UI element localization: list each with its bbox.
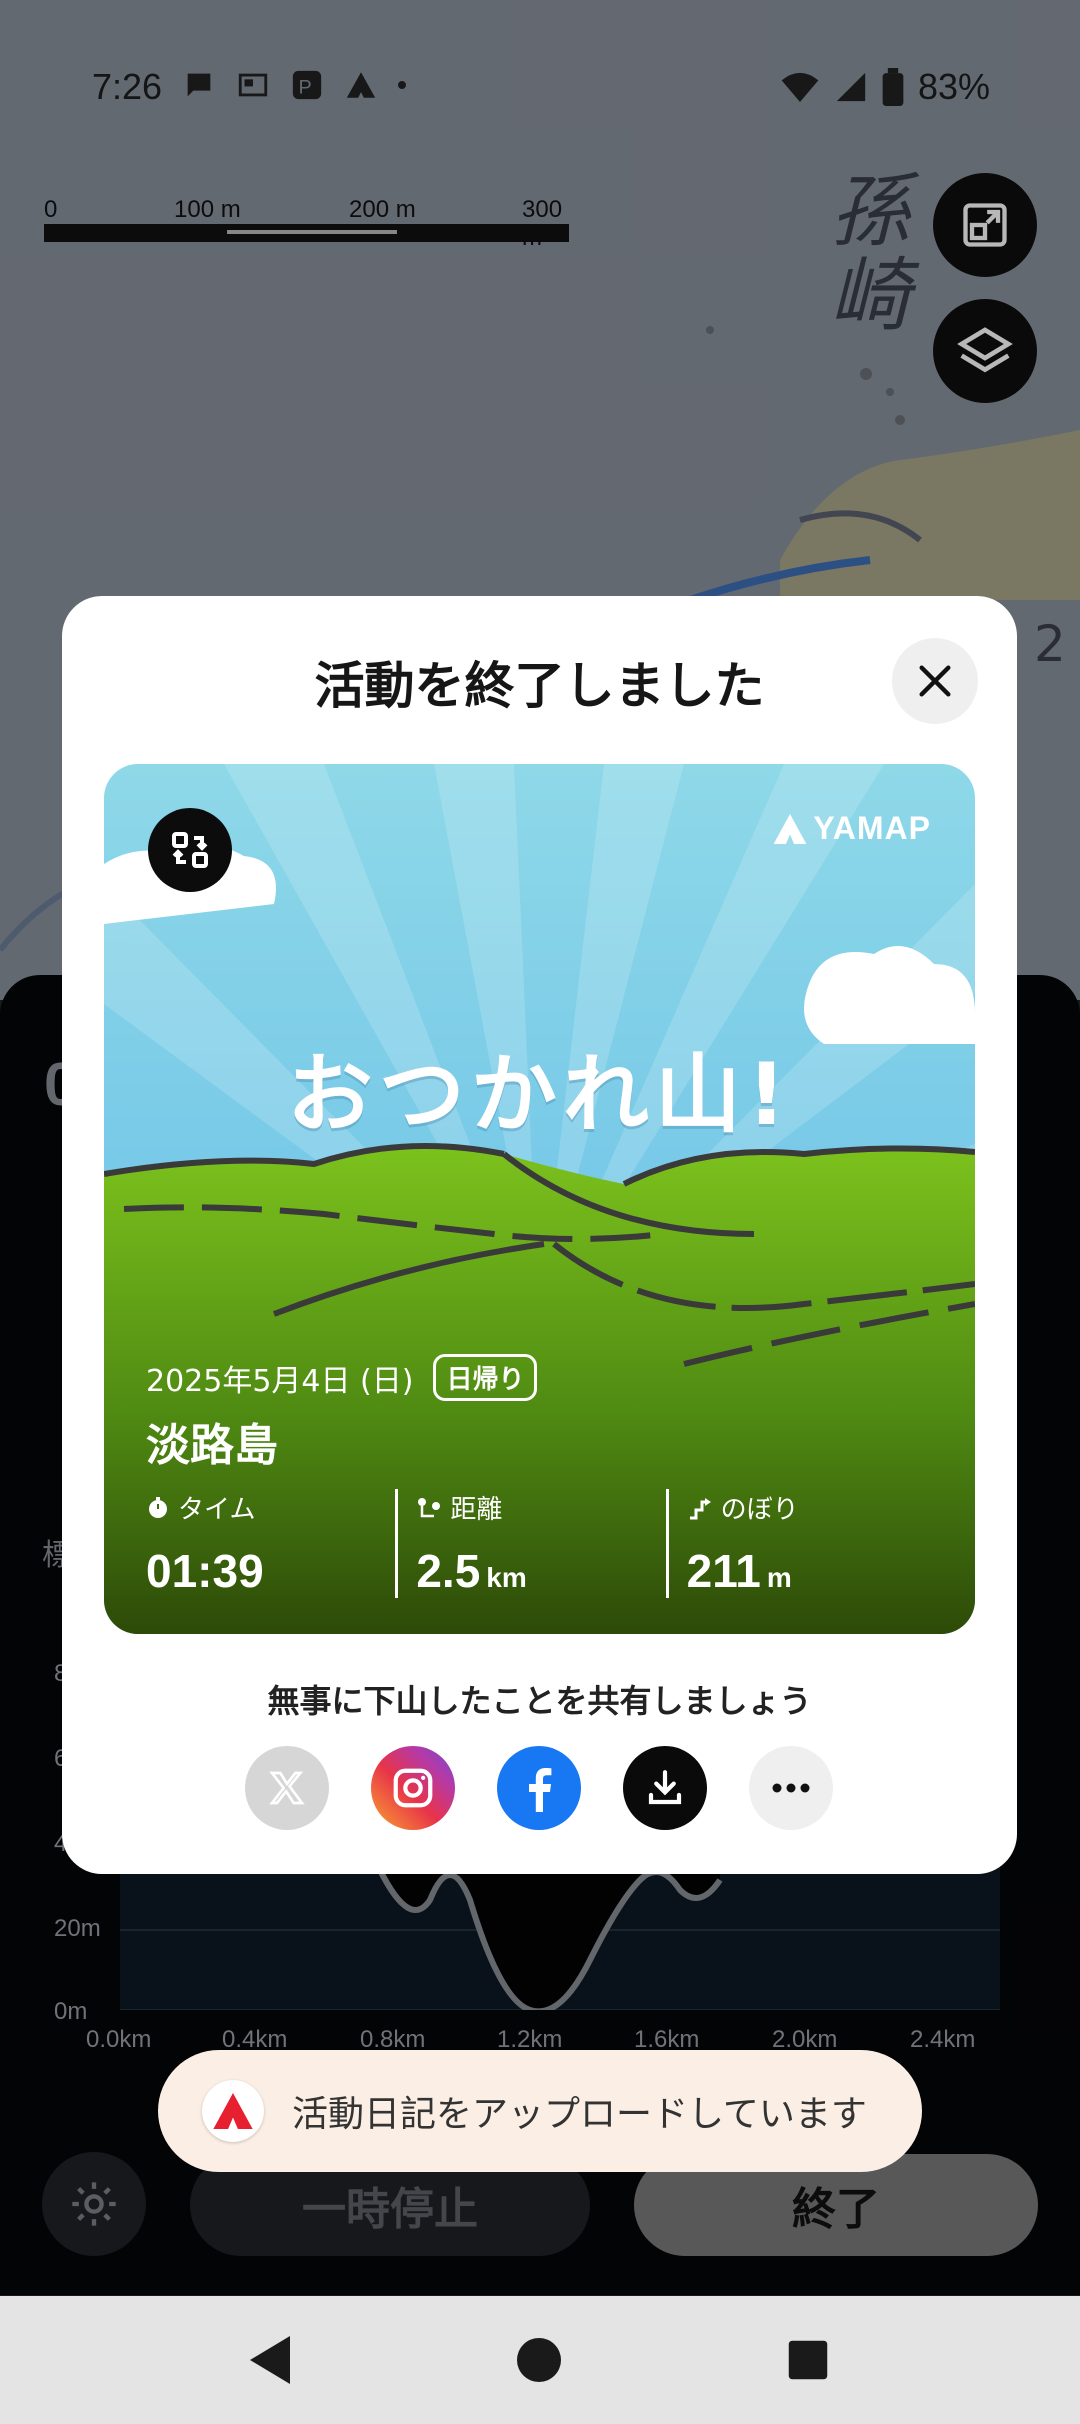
stat-value: 2.5 [416,1545,481,1597]
stat-label: のぼり [720,1495,799,1525]
brand-name: YAMAP [813,810,931,846]
yamap-mark-icon [774,813,807,844]
stats-row: タイム 01:39 距離 2.5 km のぼり 211 m [146,1489,936,1598]
ascent-icon [689,1497,711,1519]
swap-card-button[interactable] [148,808,232,892]
card-headline: おつかれ山! [286,1045,793,1145]
dialog-title: 活動を終了しました [314,657,765,715]
swap-icon [172,832,208,868]
share-instagram-button[interactable] [371,1746,455,1830]
toast-message: 活動日記をアップロードしています [292,2094,867,2135]
share-prompt: 無事に下山したことを共有しましょう [267,1682,812,1720]
card-date-row: 2025年5月4日 (日) 日帰り [146,1354,538,1401]
upload-toast: 活動日記をアップロードしています [158,2050,922,2172]
close-icon [919,665,951,697]
yamap-app-icon [202,2080,264,2142]
stat-label: 距離 [450,1495,503,1525]
share-buttons [245,1746,833,1830]
back-triangle-icon [250,2336,290,2384]
stat-distance: 距離 2.5 km [395,1489,665,1598]
system-navigation-bar [0,2296,1080,2424]
home-button[interactable] [503,2324,575,2396]
recents-button[interactable] [772,2324,844,2396]
stat-label: タイム [178,1495,256,1525]
more-horizontal-icon [772,1783,810,1793]
instagram-icon [393,1768,433,1808]
trip-type-badge: 日帰り [433,1354,538,1401]
recents-square-icon [788,2340,828,2380]
share-x-button[interactable] [245,1746,329,1830]
stopwatch-icon [149,1496,167,1518]
stat-unit: m [766,1562,792,1593]
share-facebook-button[interactable] [497,1746,581,1830]
activity-finished-dialog: 活動を終了しました YAMAP おつかれ山! 2025年5月4日 (日) 日帰り… [62,596,1017,1874]
download-button[interactable] [623,1746,707,1830]
stat-unit: km [486,1562,527,1593]
yamap-logo: YAMAP [773,810,931,847]
facebook-icon [529,1768,552,1812]
more-share-button[interactable] [749,1746,833,1830]
summary-card: YAMAP おつかれ山! 2025年5月4日 (日) 日帰り 淡路島 タイム 0… [104,764,975,1634]
stat-time: タイム 01:39 [146,1489,395,1598]
route-icon [418,1497,441,1517]
close-button[interactable] [892,638,978,724]
stat-value: 211 [686,1545,761,1597]
x-logo-icon [269,1771,305,1805]
stat-value: 01:39 [146,1545,264,1597]
home-circle-icon [517,2338,561,2382]
yamap-mark-icon [213,2093,253,2129]
activity-place: 淡路島 [146,1420,278,1471]
download-icon [648,1770,682,1805]
stat-ascent: のぼり 211 m [665,1489,936,1598]
back-button[interactable] [234,2324,306,2396]
activity-date: 2025年5月4日 (日) [146,1363,414,1399]
